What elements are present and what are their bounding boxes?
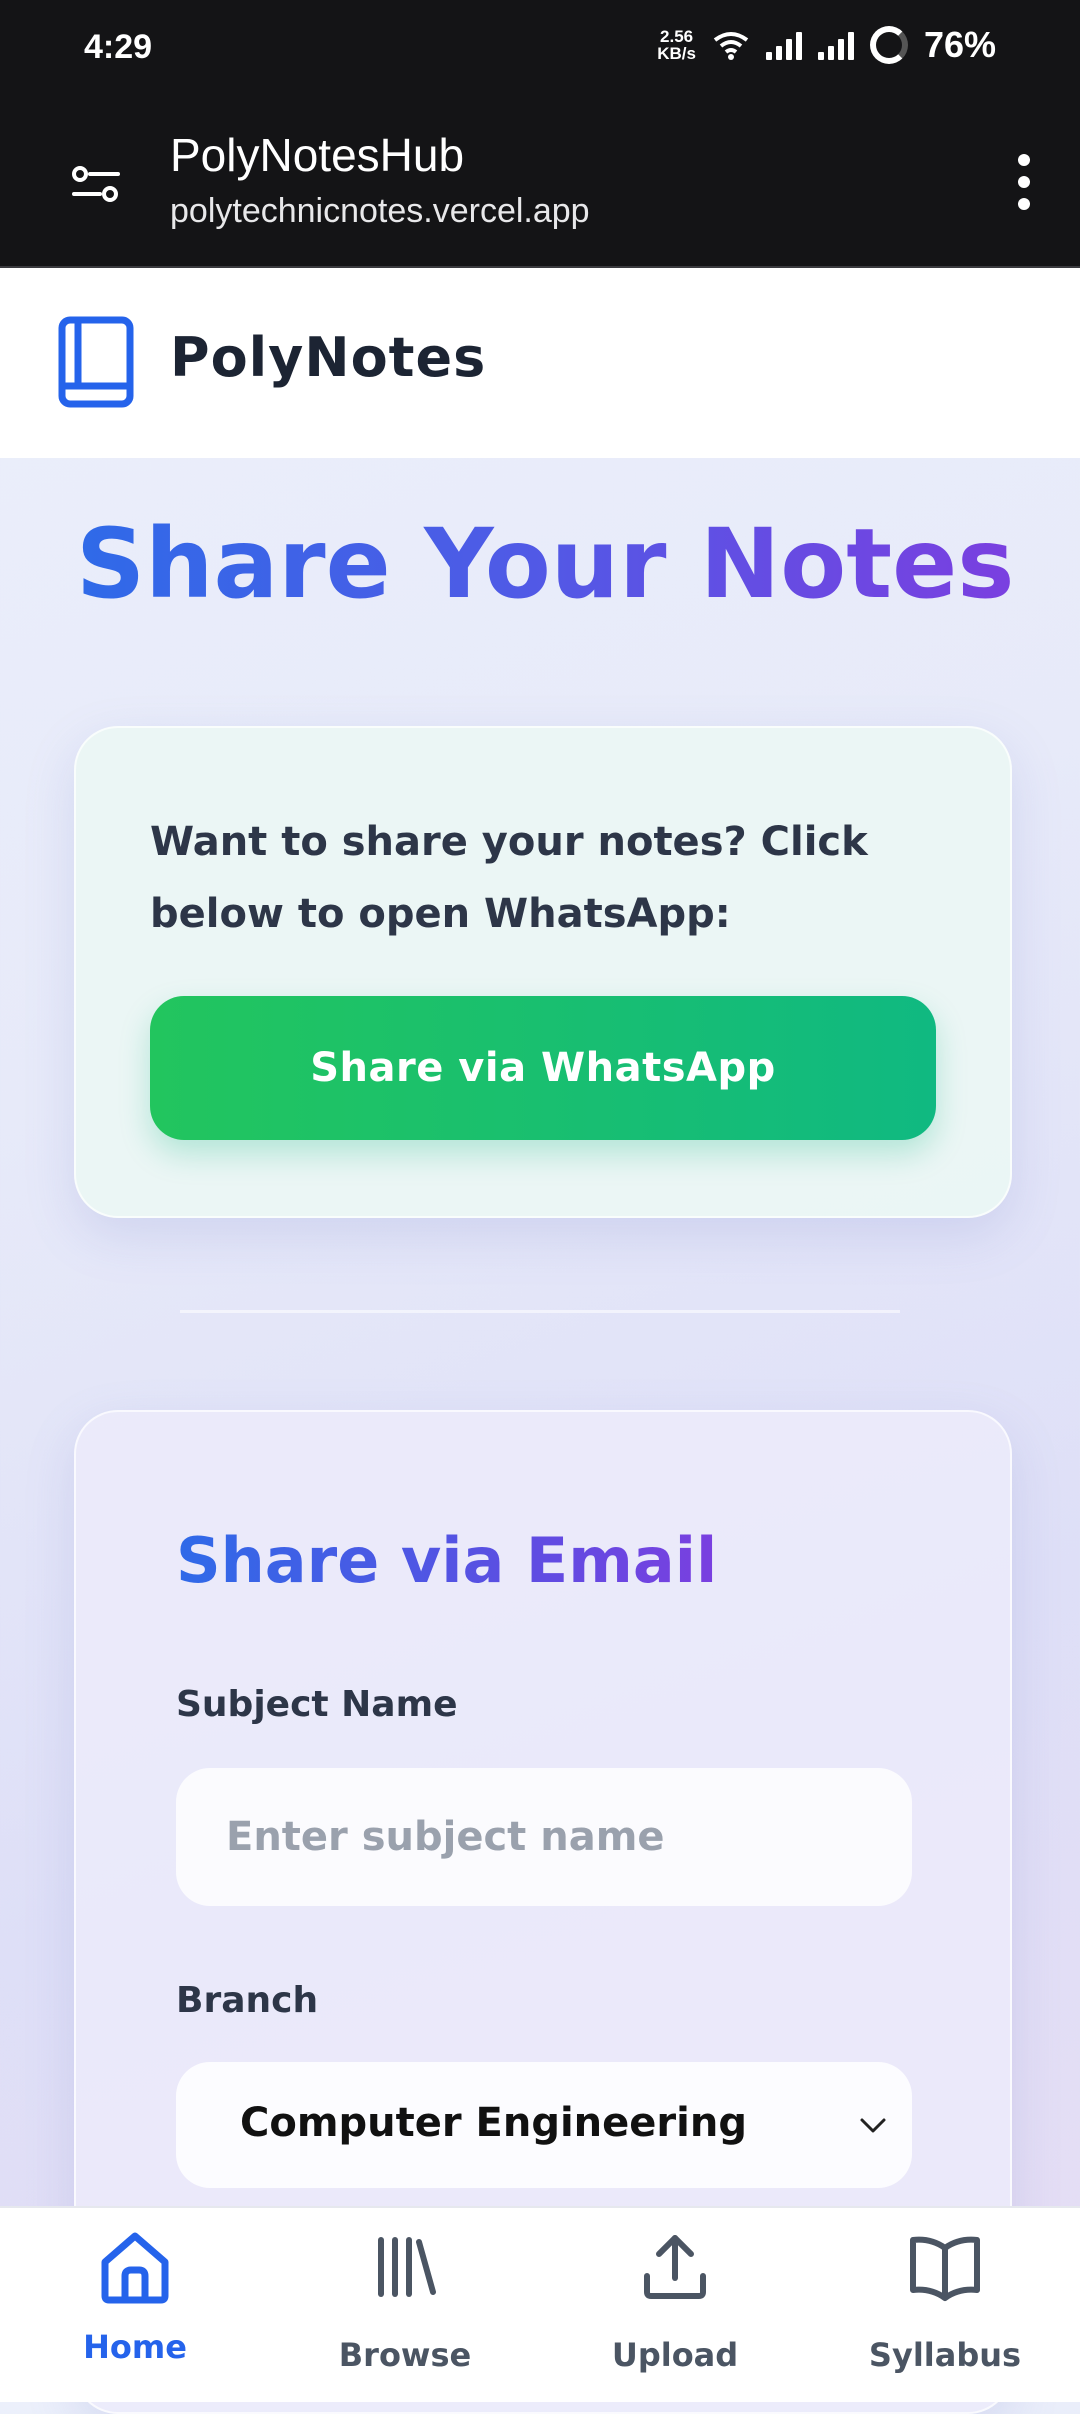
nav-browse-label: Browse xyxy=(338,2336,472,2374)
status-time: 4:29 xyxy=(84,28,153,66)
nav-home[interactable]: Home xyxy=(0,2208,270,2402)
nav-syllabus[interactable]: Syllabus xyxy=(810,2208,1080,2402)
browser-url[interactable]: polytechnicnotes.vercel.app xyxy=(170,192,590,231)
section-divider xyxy=(180,1310,900,1313)
nav-browse[interactable]: Browse xyxy=(270,2208,540,2402)
more-vert-icon[interactable] xyxy=(1004,150,1044,214)
browser-page-title: PolyNotesHub xyxy=(170,129,465,181)
upload-icon xyxy=(644,2235,706,2299)
home-icon xyxy=(101,2232,169,2304)
network-speed-value: 2.56 xyxy=(660,27,694,46)
nav-upload-label: Upload xyxy=(611,2336,739,2374)
site-settings-icon[interactable] xyxy=(68,156,124,212)
branch-label: Branch xyxy=(176,1980,319,2021)
nav-upload[interactable]: Upload xyxy=(540,2208,810,2402)
whatsapp-share-card: Want to share your notes? Click below to… xyxy=(74,726,1012,1218)
battery-icon xyxy=(869,26,908,64)
bottom-navigation: Home Browse Upload Syllabus xyxy=(0,2206,1080,2402)
network-speed-unit: KB/s xyxy=(657,44,696,63)
open-book-icon xyxy=(910,2236,980,2301)
nav-syllabus-label: Syllabus xyxy=(868,2336,1022,2374)
network-speed: 2.56 KB/s xyxy=(657,28,696,62)
share-whatsapp-button[interactable]: Share via WhatsApp xyxy=(150,996,936,1140)
signal-icon-2 xyxy=(817,30,854,60)
browser-bar: PolyNotesHub polytechnicnotes.vercel.app xyxy=(0,98,1080,268)
email-section-title: Share via Email xyxy=(176,1524,718,1597)
wifi-icon xyxy=(713,32,749,60)
branch-select[interactable]: Computer Engineering xyxy=(176,2062,912,2188)
subject-name-input[interactable] xyxy=(176,1768,912,1906)
book-icon[interactable] xyxy=(58,316,134,408)
signal-icon xyxy=(765,30,802,60)
status-bar: 4:29 2.56 KB/s 76% xyxy=(0,0,1080,98)
library-icon xyxy=(378,2237,436,2297)
chevron-down-icon xyxy=(860,2118,886,2133)
whatsapp-instructions: Want to share your notes? Click below to… xyxy=(150,819,868,937)
site-header: PolyNotes xyxy=(0,268,1080,458)
branch-selected-value: Computer Engineering xyxy=(240,2100,747,2146)
brand-name[interactable]: PolyNotes xyxy=(170,326,486,389)
subject-name-label: Subject Name xyxy=(176,1684,458,1725)
battery-percent: 76% xyxy=(923,24,996,65)
nav-home-label: Home xyxy=(83,2328,187,2366)
page-title: Share Your Notes xyxy=(76,508,1015,620)
status-icons: 2.56 KB/s 76% xyxy=(657,24,996,66)
